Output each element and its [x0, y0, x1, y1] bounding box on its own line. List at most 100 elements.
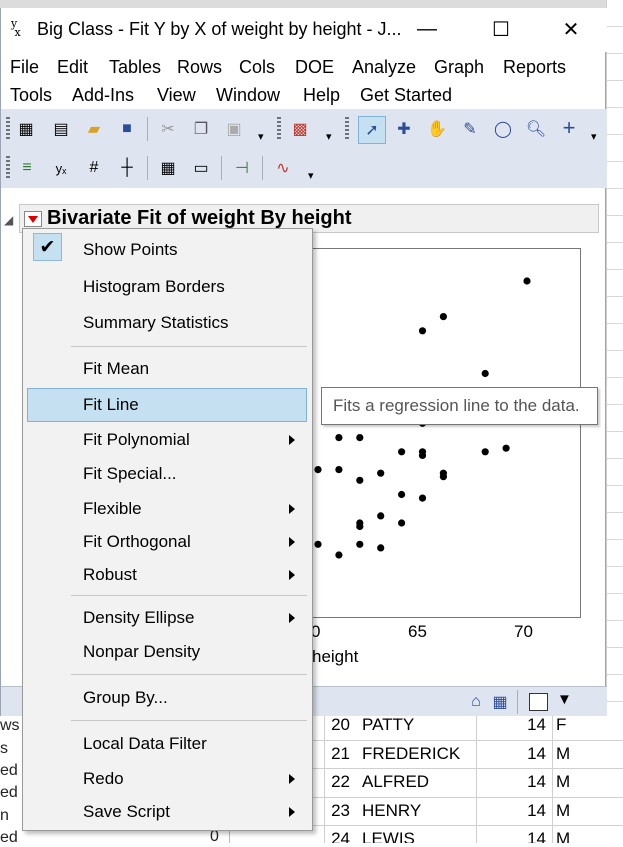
selection-box-icon[interactable] [529, 693, 548, 711]
panel-label: ws [0, 717, 20, 734]
cut-icon[interactable]: ✂ [157, 118, 179, 140]
data-point[interactable] [356, 522, 364, 531]
data-point[interactable] [481, 369, 489, 378]
data-point[interactable] [481, 448, 489, 456]
menu-item-show-points[interactable]: Show Points [23, 236, 312, 266]
new-table-icon[interactable]: ▦ [15, 118, 37, 140]
new-script-icon[interactable]: ▤ [50, 118, 72, 140]
menu-item-summary-statistics[interactable]: Summary Statistics [23, 309, 312, 339]
close-button[interactable]: ✕ [551, 14, 591, 44]
copy-icon[interactable]: ❐ [190, 118, 212, 140]
red-triangle-menu-icon[interactable] [24, 211, 42, 227]
menu-edit[interactable]: Edit [57, 57, 88, 78]
menu-view[interactable]: View [157, 85, 196, 106]
scatter-plot-frame[interactable] [267, 248, 581, 618]
menu-item-fit-polynomial[interactable]: Fit Polynomial [23, 426, 312, 456]
data-point[interactable] [377, 469, 385, 477]
arrow-cursor-icon[interactable]: ➚ [358, 116, 386, 144]
menu-item-group-by[interactable]: Group By... [23, 684, 312, 714]
open-folder-icon[interactable]: ▰ [83, 118, 105, 140]
menu-window[interactable]: Window [216, 85, 280, 106]
data-point[interactable] [335, 466, 343, 474]
menu-reports[interactable]: Reports [503, 57, 566, 78]
minimize-button[interactable]: — [407, 14, 447, 44]
data-point[interactable] [418, 327, 427, 335]
magnifier-icon[interactable]: 🔍︎ [525, 118, 547, 140]
maximize-button[interactable]: ☐ [481, 14, 521, 44]
menu-graph[interactable]: Graph [434, 57, 484, 78]
menu-file[interactable]: File [10, 57, 39, 78]
toolbar-dropdown-icon[interactable]: ▾ [258, 130, 264, 143]
menu-item-flexible[interactable]: Flexible [23, 495, 312, 525]
data-point[interactable] [377, 512, 385, 520]
menu-item-robust[interactable]: Robust [23, 561, 312, 591]
red-triangle-popup-menu: ✔ Show Points Histogram Borders Summary … [22, 228, 313, 831]
menu-item-fit-mean[interactable]: Fit Mean [23, 355, 312, 385]
distribution-icon[interactable]: ≡ [16, 157, 38, 179]
data-point[interactable] [439, 473, 447, 481]
data-grid-icon[interactable]: ▩ [289, 118, 311, 140]
data-point[interactable] [523, 277, 531, 285]
data-point[interactable] [314, 466, 322, 474]
toolbar-grip[interactable] [277, 117, 281, 141]
toolbar-dropdown-icon[interactable]: ▾ [591, 130, 597, 143]
menu-tools[interactable]: Tools [10, 85, 52, 106]
scatter-plot[interactable] [268, 249, 580, 617]
fit-model-icon[interactable]: # [83, 157, 105, 179]
menu-item-redo[interactable]: Redo [23, 765, 312, 795]
data-point[interactable] [314, 540, 322, 548]
toolbar-dropdown-icon[interactable]: ▾ [308, 169, 314, 182]
menu-doe[interactable]: DOE [295, 57, 334, 78]
menu-analyze[interactable]: Analyze [352, 57, 416, 78]
multivariate-icon[interactable]: ┼ [116, 157, 138, 179]
menu-item-nonpar-density[interactable]: Nonpar Density [23, 638, 312, 668]
data-table-icon[interactable]: ▦ [489, 691, 511, 713]
chart-builder-icon[interactable]: ▭ [190, 157, 212, 179]
data-point[interactable] [398, 448, 406, 456]
menu-item-fit-line[interactable]: Fit Line [27, 388, 307, 422]
data-point[interactable] [356, 540, 364, 548]
data-point[interactable] [335, 434, 343, 442]
menu-tables[interactable]: Tables [109, 57, 161, 78]
home-icon[interactable]: ⌂ [465, 691, 487, 713]
data-point[interactable] [335, 551, 343, 559]
toolbar-dropdown-icon[interactable]: ▾ [326, 130, 332, 143]
lasso-icon[interactable]: ◯ [492, 118, 514, 140]
data-point[interactable] [356, 434, 364, 442]
menu-item-save-script[interactable]: Save Script [23, 798, 312, 828]
toolbar-grip[interactable] [345, 117, 349, 141]
profiler-icon[interactable]: ∿ [272, 157, 294, 179]
data-point[interactable] [439, 313, 447, 321]
title-bar[interactable]: y x Big Class - Fit Y by X of weight by … [1, 8, 607, 52]
brush-icon[interactable]: ✎ [459, 118, 481, 140]
menu-rows[interactable]: Rows [177, 57, 222, 78]
fit-y-by-x-icon[interactable]: yₓ [50, 157, 72, 179]
data-point[interactable] [418, 451, 427, 459]
paste-icon[interactable]: ▣ [223, 118, 245, 140]
dropdown-arrow-icon[interactable]: ▼ [557, 691, 572, 708]
save-icon[interactable]: ■ [116, 118, 138, 140]
grabber-hand-icon[interactable]: ✋ [426, 118, 448, 140]
data-point[interactable] [356, 476, 364, 484]
control-chart-icon[interactable]: ⊣ [231, 157, 253, 179]
data-point[interactable] [398, 490, 406, 499]
menu-cols[interactable]: Cols [239, 57, 275, 78]
disclosure-triangle-icon[interactable]: ◢ [4, 213, 13, 227]
menu-item-local-data-filter[interactable]: Local Data Filter [23, 730, 312, 760]
menu-add-ins[interactable]: Add-Ins [72, 85, 134, 106]
crosshair-icon[interactable]: ✚ [393, 118, 415, 140]
tabulate-icon[interactable]: ▦ [157, 157, 179, 179]
data-point[interactable] [418, 494, 427, 502]
toolbar-grip[interactable] [6, 156, 10, 180]
data-point[interactable] [377, 544, 385, 552]
data-point[interactable] [398, 519, 406, 527]
menu-get-started[interactable]: Get Started [360, 85, 452, 106]
data-point[interactable] [502, 444, 510, 452]
toolbar-grip[interactable] [6, 117, 10, 141]
menu-item-fit-special[interactable]: Fit Special... [23, 460, 312, 490]
menu-help[interactable]: Help [303, 85, 340, 106]
menu-item-histogram-borders[interactable]: Histogram Borders [23, 273, 312, 303]
menu-item-density-ellipse[interactable]: Density Ellipse [23, 604, 312, 634]
menu-item-fit-orthogonal[interactable]: Fit Orthogonal [23, 528, 312, 558]
crosshair-plus-icon[interactable]: + [558, 115, 580, 140]
